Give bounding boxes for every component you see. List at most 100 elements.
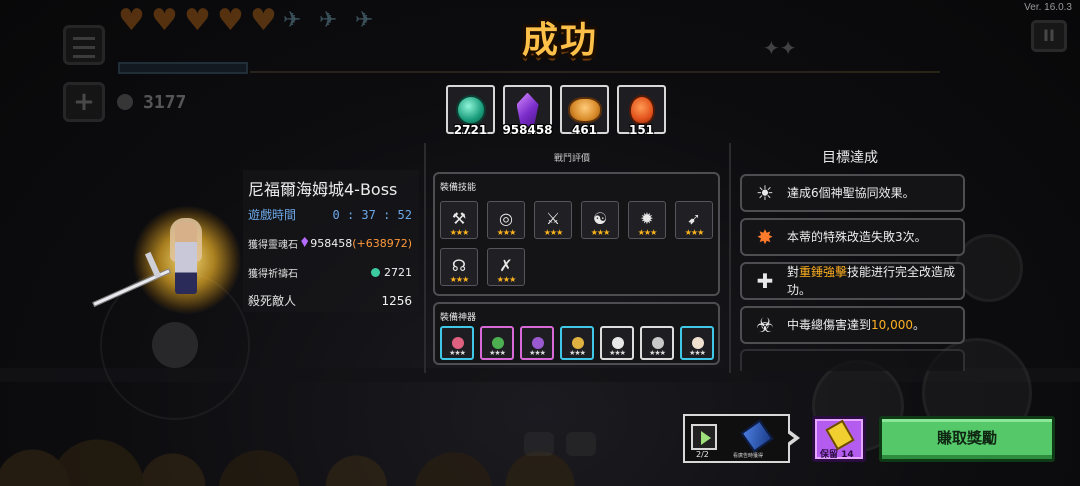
artifact-slot[interactable]: ★★★ [600,326,634,360]
ticket-icon [825,419,855,451]
skill-slot[interactable]: ✹ ★★★ [628,201,666,239]
divider [424,143,426,373]
stage-progress-line [250,71,940,73]
battle-rating-title: 戰鬥評價 [554,154,591,164]
purple-orb-artifact-icon [532,337,544,349]
stage-name: 尼福爾海姆城4-Boss [248,180,398,199]
skill-slot[interactable]: ☯ ★★★ [581,201,619,239]
star-rating: ★★★ [649,349,666,357]
mooncake-icon [567,96,602,123]
goal-text: 中毒總傷害達到10,000。 [787,316,925,334]
star-rating: ★★★ [543,228,564,237]
star-rating: ★★★ [529,349,546,357]
prayerstone-value: 2721 [371,266,412,279]
star-rating: ★★★ [449,349,466,357]
pause-button[interactable]: II [1031,20,1067,52]
skill-slot[interactable]: ➹ ★★★ [675,201,713,239]
target-orb-icon: ◎ [499,208,513,228]
crossed-swords-icon: ✗ [499,255,513,275]
kills-value: 1256 [381,293,412,308]
dash-button[interactable] [955,234,1023,302]
goal-text: 達成6個神聖協同效果。 [787,186,915,200]
equipped-artifacts-panel: 裝備神器 ★★★ ★★★ ★★★ ★★★ ★★★ ★★★ ★★★ [433,302,720,365]
health-hearts: ♥ ♥ ♥ ♥ ♥ ✈ ✈ ✈ [118,3,387,38]
prayerstone-label: 獲得祈禱石 [248,269,298,280]
red-egg-artifact-icon [452,337,464,349]
goals-title: 目標達成 [822,150,878,166]
explosion-icon: ✸ [756,225,774,249]
star-rating: ★★★ [684,228,705,237]
goal-item: ✚ 對重錘強擊技能进行完全改造成功。 [740,262,965,300]
result-title: 成功 [521,20,598,61]
reward-list: 2721 958458 461 151 [446,85,666,137]
white-stone-artifact-icon [652,337,664,349]
soulstone-label: 獲得靈魂石 [248,240,298,251]
quick-slot[interactable] [524,432,554,456]
prayerstone-row: 獲得祈禱石 2721 [248,265,412,280]
goal-item: ☣ 中毒總傷害達到10,000。 [740,306,965,344]
wing-icon: ✈ [319,8,338,33]
reward-item: 958458 [502,85,553,137]
prayerstone-amount: 2721 [384,266,412,279]
keep-label: 保留 14 [820,450,854,460]
joystick[interactable] [152,322,198,368]
artifact-slot[interactable]: ★★★ [680,326,714,360]
ad-caption: 看廣告時獲得 [733,453,764,459]
soulstone-row: 獲得靈魂石 958458(+638972) [248,236,412,251]
goal-text: 本蒂的特殊改造失敗3次。 [787,230,927,244]
kills-row: 殺死敵人 1256 [248,292,412,309]
shell-artifact-icon [692,337,704,349]
pearl-string-artifact-icon [612,337,624,349]
goal-text-part: 中毒總傷害達到 [787,318,872,332]
heart-icon: ♥ [151,3,178,38]
hammer-strike-icon: ⚒ [451,208,467,228]
prayerstone-icon [371,268,380,277]
star-rating: ★★★ [637,228,658,237]
earn-reward-button[interactable]: 賺取獎勵 [879,416,1055,462]
hero-character [175,222,197,294]
artifact-slot[interactable]: ★★★ [440,326,474,360]
whirlwind-icon: ☯ [592,208,608,228]
lantern-icon [628,94,655,125]
goal-highlight: 重錘強擊 [799,265,848,279]
biohazard-icon: ☣ [756,313,774,337]
heart-icon: ♥ [118,3,145,38]
watch-ad-panel[interactable]: 2/2 看廣告時獲得 [683,414,790,463]
heart-icon: ♥ [184,3,211,38]
star-rating: ★★★ [689,349,706,357]
soulstone-gain: (+638972) [352,237,412,250]
video-play-icon [691,424,717,450]
equipped-skills-label: 裝備技能 [440,183,477,193]
skill-slot[interactable]: ☊ ★★★ [440,248,478,286]
skill-slot[interactable]: ⚔ ★★★ [534,201,572,239]
coin-counter: 3177 [117,92,186,113]
artifact-slot[interactable]: ★★★ [480,326,514,360]
arrow-inner [786,432,794,444]
star-rating: ★★★ [449,275,470,284]
purple-crystal-icon [516,92,539,127]
reward-count: 151 [628,123,655,137]
star-rating: ★★★ [449,228,470,237]
sword-dash-icon: ⚔ [545,208,561,228]
golden-bird-artifact-icon [572,337,584,349]
skill-slot[interactable]: ✗ ★★★ [487,248,525,286]
skill-slot[interactable]: ◎ ★★★ [487,201,525,239]
equipped-artifacts-label: 裝備神器 [440,313,477,323]
artifact-slot[interactable]: ★★★ [640,326,674,360]
headphones-icon: ☊ [451,255,467,275]
version-label: Ver. 16.0.3 [1024,2,1072,13]
exp-bar [118,62,248,74]
skill-slot[interactable]: ⚒ ★★★ [440,201,478,239]
add-button[interactable]: + [63,82,105,122]
star-rating: ★★★ [489,349,506,357]
goal-item: ✸ 本蒂的特殊改造失敗3次。 [740,218,965,256]
quick-slot[interactable] [566,432,596,456]
menu-button[interactable] [63,25,105,65]
artifact-slot[interactable]: ★★★ [560,326,594,360]
star-rating: ★★★ [609,349,626,357]
soulstone-amount: 958458 [310,237,353,250]
goal-text-part: 。 [913,318,926,332]
keep-ticket-button[interactable]: 保留 14 [812,416,866,462]
artifact-slot[interactable]: ★★★ [520,326,554,360]
ad-count: 2/2 [696,450,709,459]
